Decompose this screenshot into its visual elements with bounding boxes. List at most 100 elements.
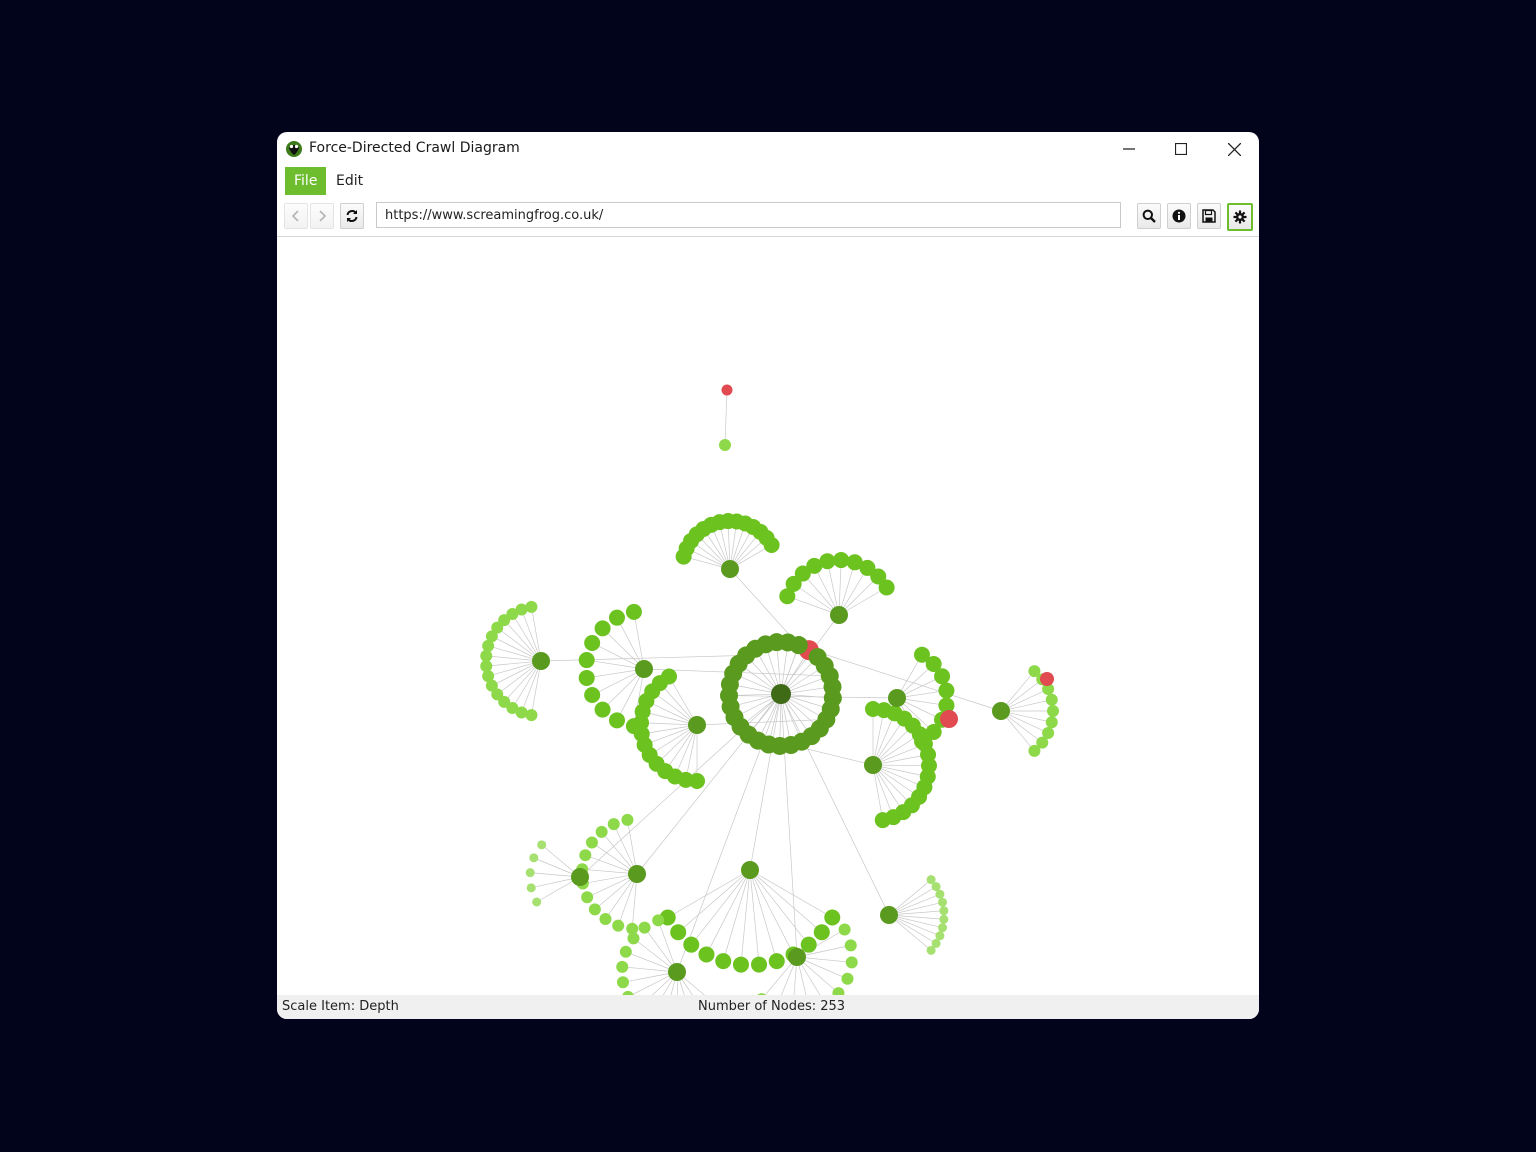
page-node[interactable] (763, 537, 780, 553)
page-node[interactable] (841, 972, 854, 985)
forward-button[interactable] (310, 203, 334, 229)
page-node[interactable] (888, 689, 906, 707)
page-node[interactable] (584, 634, 601, 651)
minimize-button[interactable] (1106, 136, 1152, 162)
page-node[interactable] (819, 553, 836, 570)
page-node[interactable] (935, 931, 945, 941)
page-node[interactable] (751, 956, 768, 973)
search-button[interactable] (1137, 203, 1161, 229)
page-node[interactable] (616, 960, 629, 973)
page-node[interactable] (926, 945, 936, 955)
page-node[interactable] (526, 883, 536, 893)
page-node[interactable] (480, 660, 493, 673)
page-node[interactable] (525, 868, 535, 878)
page-node[interactable] (635, 660, 653, 678)
page-node[interactable] (824, 909, 841, 926)
page-node[interactable] (594, 620, 611, 637)
page-node[interactable] (800, 936, 817, 953)
page-node[interactable] (721, 560, 739, 578)
page-node[interactable] (532, 652, 550, 670)
page-node[interactable] (939, 914, 949, 924)
page-node[interactable] (1028, 744, 1041, 757)
page-node[interactable] (845, 956, 858, 969)
page-node[interactable] (670, 924, 687, 941)
page-node[interactable] (830, 606, 848, 624)
page-node[interactable] (607, 818, 620, 831)
page-node[interactable] (788, 948, 806, 966)
page-node[interactable] (537, 840, 547, 850)
page-node[interactable] (864, 756, 882, 774)
error-node[interactable] (1040, 672, 1054, 686)
page-node[interactable] (579, 849, 592, 862)
save-button[interactable] (1197, 203, 1221, 229)
page-node[interactable] (482, 670, 495, 683)
page-node[interactable] (741, 861, 759, 879)
url-input[interactable] (376, 202, 1121, 228)
page-node[interactable] (771, 684, 791, 704)
maximize-button[interactable] (1158, 136, 1204, 162)
page-node[interactable] (833, 552, 850, 569)
close-button[interactable] (1211, 136, 1257, 162)
page-node[interactable] (652, 914, 665, 927)
settings-button[interactable] (1227, 203, 1253, 231)
page-node[interactable] (732, 956, 749, 973)
page-node[interactable] (938, 923, 948, 933)
page-node[interactable] (532, 897, 542, 907)
page-node[interactable] (934, 668, 951, 685)
page-node[interactable] (599, 913, 612, 926)
page-node[interactable] (584, 687, 601, 704)
page-node[interactable] (1045, 693, 1058, 706)
page-node[interactable] (627, 932, 640, 945)
crawl-graph[interactable] (277, 237, 1259, 1019)
page-node[interactable] (688, 716, 706, 734)
error-node[interactable] (721, 384, 733, 396)
page-node[interactable] (1045, 716, 1058, 729)
page-node[interactable] (878, 579, 895, 596)
page-node[interactable] (844, 939, 857, 952)
page-node[interactable] (608, 609, 625, 626)
diagram-canvas[interactable] (277, 237, 1259, 1019)
page-node[interactable] (939, 906, 949, 916)
menu-edit[interactable]: Edit (327, 167, 372, 195)
error-node[interactable] (940, 710, 958, 728)
page-node[interactable] (585, 836, 598, 849)
page-node[interactable] (581, 891, 594, 904)
page-node[interactable] (938, 897, 948, 907)
page-node[interactable] (813, 924, 830, 941)
page-node[interactable] (683, 936, 700, 953)
page-node[interactable] (638, 921, 651, 934)
page-node[interactable] (668, 963, 686, 981)
page-node[interactable] (525, 600, 538, 613)
refresh-button[interactable] (340, 203, 364, 229)
page-node[interactable] (661, 668, 677, 685)
page-node[interactable] (578, 669, 595, 686)
back-button[interactable] (284, 203, 308, 229)
page-node[interactable] (594, 701, 611, 718)
page-node[interactable] (480, 649, 493, 662)
page-node[interactable] (1047, 705, 1059, 717)
page-node[interactable] (571, 868, 589, 886)
page-node[interactable] (931, 882, 941, 892)
page-node[interactable] (608, 712, 625, 729)
page-node[interactable] (621, 813, 634, 826)
page-node[interactable] (719, 439, 731, 451)
page-node[interactable] (588, 903, 601, 916)
page-node[interactable] (628, 865, 646, 883)
page-node[interactable] (935, 889, 945, 899)
page-node[interactable] (838, 923, 851, 936)
page-node[interactable] (612, 919, 625, 932)
page-node[interactable] (938, 682, 955, 699)
page-node[interactable] (625, 603, 642, 620)
page-node[interactable] (880, 906, 898, 924)
page-node[interactable] (874, 812, 891, 829)
page-node[interactable] (698, 946, 715, 963)
page-node[interactable] (619, 945, 632, 958)
info-button[interactable] (1167, 203, 1191, 229)
page-node[interactable] (715, 953, 732, 970)
page-node[interactable] (914, 733, 930, 750)
page-node[interactable] (789, 636, 808, 655)
page-node[interactable] (616, 976, 629, 989)
page-node[interactable] (992, 702, 1010, 720)
page-node[interactable] (529, 853, 539, 863)
page-node[interactable] (595, 825, 608, 838)
